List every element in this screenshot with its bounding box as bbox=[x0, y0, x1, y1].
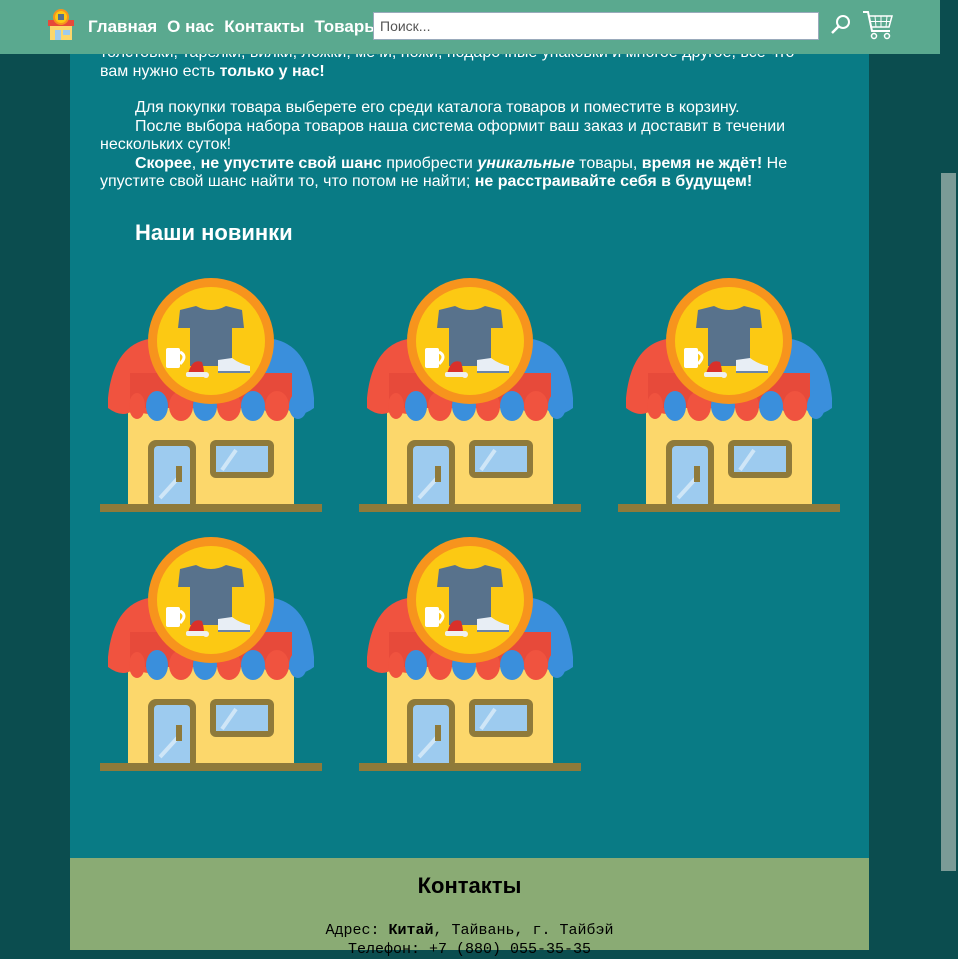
top-header: Главная О нас Контакты Товары bbox=[0, 0, 940, 54]
cart-icon[interactable] bbox=[862, 9, 894, 41]
intro-paragraph-3: Скорее, не упустите свой шанс приобрести… bbox=[100, 154, 788, 191]
nav-products[interactable]: Товары bbox=[314, 17, 378, 37]
scrollbar-thumb[interactable] bbox=[941, 173, 956, 871]
footer-address: Адрес: Китай, Тайвань, г. Тайбэй Телефон… bbox=[70, 921, 869, 959]
intro-line-2: вам нужно есть только у нас! bbox=[100, 62, 325, 80]
intro-paragraph-2: После выбора набора товаров наша система… bbox=[100, 117, 786, 154]
new-items-title: Наши новинки bbox=[135, 220, 293, 245]
product-card[interactable] bbox=[618, 278, 840, 518]
intro-text: толстовки, тарелки, вилки, ложки, мечи, … bbox=[100, 44, 820, 192]
main-nav: Главная О нас Контакты Товары bbox=[88, 17, 379, 37]
nav-about[interactable]: О нас bbox=[167, 17, 214, 37]
shop-logo-icon[interactable] bbox=[46, 8, 76, 42]
nav-contacts[interactable]: Контакты bbox=[224, 17, 304, 37]
footer-title: Контакты bbox=[417, 873, 522, 898]
product-card[interactable] bbox=[359, 278, 581, 518]
search-icon[interactable] bbox=[830, 13, 852, 35]
search-input[interactable] bbox=[373, 12, 819, 40]
intro-paragraph-1: Для покупки товара выберете его среди ка… bbox=[135, 99, 740, 116]
product-card[interactable] bbox=[359, 537, 581, 777]
nav-home[interactable]: Главная bbox=[88, 17, 157, 37]
product-card[interactable] bbox=[100, 537, 322, 777]
footer-contacts: Контакты Адрес: Китай, Тайвань, г. Тайбэ… bbox=[70, 858, 869, 958]
main-content: толстовки, тарелки, вилки, ложки, мечи, … bbox=[70, 0, 869, 858]
product-card[interactable] bbox=[100, 278, 322, 518]
